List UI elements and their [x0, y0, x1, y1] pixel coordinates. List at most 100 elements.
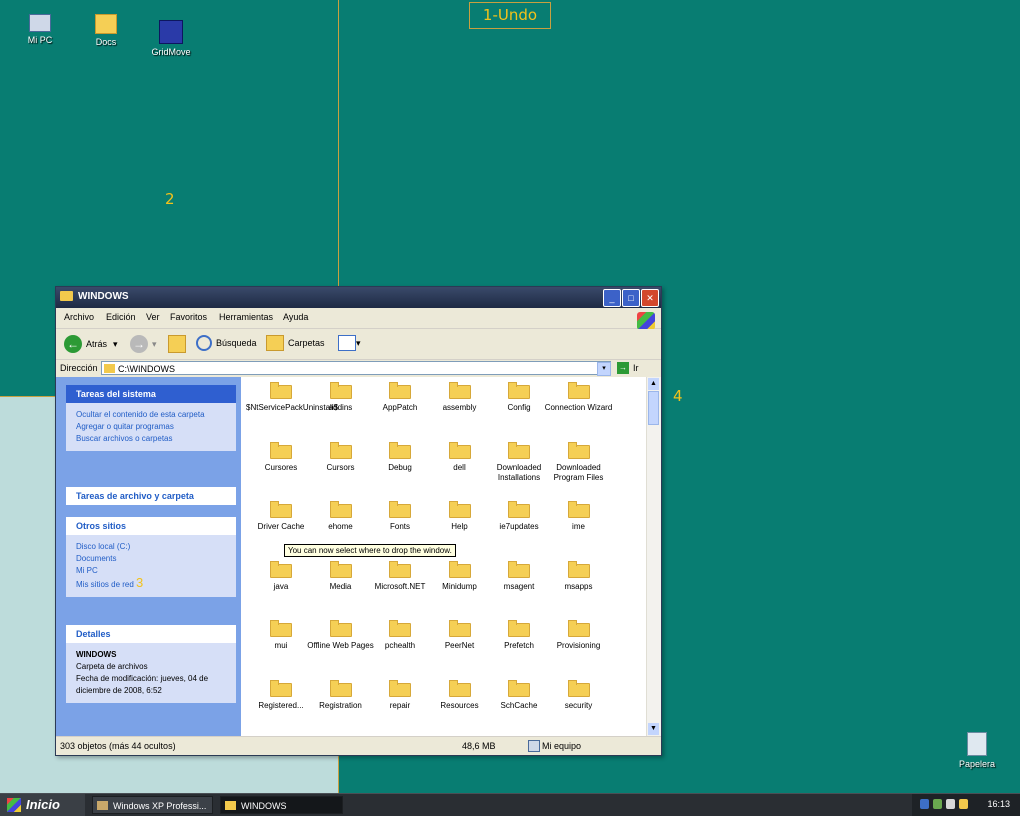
- folder-icon: [329, 500, 352, 518]
- desktop-icon-label: GridMove: [151, 47, 191, 57]
- folders-button[interactable]: Carpetas: [266, 335, 325, 351]
- task-link[interactable]: Ocultar el contenido de esta carpeta: [76, 409, 226, 421]
- clock[interactable]: 16:13: [987, 799, 1010, 809]
- recycle-bin-icon: [967, 732, 987, 756]
- system-tasks-header[interactable]: Tareas del sistema: [66, 385, 236, 403]
- minimize-button[interactable]: _: [603, 289, 621, 307]
- folder-icon: [567, 441, 590, 459]
- desktop-icon-label: Docs: [95, 37, 117, 47]
- file-tasks-panel: Tareas de archivo y carpeta: [66, 487, 236, 505]
- tray-icon-2[interactable]: [933, 799, 942, 809]
- folder-icon: [104, 364, 115, 373]
- folder-item[interactable]: security: [544, 679, 614, 711]
- folder-icon: [270, 441, 292, 459]
- menu-herramientas[interactable]: Herramientas: [219, 312, 273, 322]
- windows-logo-icon: [637, 312, 655, 330]
- gridmove-icon: [159, 20, 183, 44]
- menu-ayuda[interactable]: Ayuda: [283, 312, 308, 322]
- folder-icon: [448, 679, 471, 697]
- folder-icon: [508, 381, 530, 399]
- folder-icon: [567, 560, 590, 578]
- folder-icon: [389, 560, 411, 578]
- folder-icon: [225, 801, 236, 810]
- zone-2-label[interactable]: 2: [165, 190, 175, 208]
- address-dropdown-button[interactable]: ▾: [597, 362, 611, 376]
- desktop-icon-docs[interactable]: Docs: [78, 14, 134, 47]
- maximize-button[interactable]: □: [622, 289, 640, 307]
- folder-item[interactable]: Downloaded Program Files: [544, 441, 614, 483]
- go-arrow-icon[interactable]: →: [617, 362, 629, 374]
- explorer-window[interactable]: WINDOWS _ □ ✕ Archivo Edición Ver Favori…: [55, 286, 662, 756]
- folder-item[interactable]: Provisioning: [544, 619, 614, 651]
- folder-icon: [567, 679, 590, 697]
- details-header[interactable]: Detalles: [66, 625, 236, 643]
- folder-icon: [448, 560, 471, 578]
- status-objects: 303 objetos (más 44 ocultos): [60, 741, 176, 751]
- vertical-scrollbar[interactable]: ▲ ▼: [646, 377, 661, 736]
- details-date: Fecha de modificación: jueves, 04 de dic…: [76, 674, 209, 695]
- up-folder-button[interactable]: [168, 335, 186, 353]
- address-input[interactable]: C:\WINDOWS: [101, 361, 611, 375]
- search-button[interactable]: Búsqueda: [196, 335, 257, 351]
- taskbar-item-windows-xp[interactable]: Windows XP Professi...: [92, 796, 213, 814]
- details-type: Carpeta de archivos: [76, 662, 148, 671]
- task-link[interactable]: Agregar o quitar programas: [76, 421, 226, 433]
- other-places-body: Disco local (C:) Documents Mi PC Mis sit…: [66, 535, 236, 597]
- folder-icon: [389, 381, 411, 399]
- back-arrow-icon: ←: [64, 335, 82, 353]
- forward-arrow-icon: →: [130, 335, 148, 353]
- place-link[interactable]: Mi PC: [76, 565, 226, 577]
- status-size: 48,6 MB: [462, 741, 496, 751]
- folder-icon: [567, 500, 590, 518]
- menu-archivo[interactable]: Archivo: [64, 312, 94, 322]
- folder-item[interactable]: Connection Wizard: [544, 381, 614, 413]
- desktop-icon-recycle-bin[interactable]: Papelera: [949, 732, 1005, 769]
- scroll-up-arrow-icon[interactable]: ▲: [648, 378, 659, 390]
- start-label: Inicio: [26, 797, 60, 812]
- place-link[interactable]: Documents: [76, 553, 226, 565]
- folder-label: Provisioning: [556, 641, 601, 650]
- task-label: Windows XP Professi...: [113, 801, 207, 811]
- close-button[interactable]: ✕: [641, 289, 659, 307]
- folder-item[interactable]: msapps: [544, 560, 614, 592]
- go-label[interactable]: Ir: [633, 363, 639, 373]
- folder-icon: [270, 560, 292, 578]
- menu-ver[interactable]: Ver: [146, 312, 160, 322]
- scrollbar-thumb[interactable]: [648, 391, 659, 425]
- forward-dropdown-icon[interactable]: ▾: [152, 339, 157, 350]
- forward-button[interactable]: → ▾: [130, 335, 157, 353]
- folder-label: Downloaded Program Files: [553, 462, 604, 482]
- folder-icon: [60, 291, 73, 301]
- start-button[interactable]: Inicio: [0, 794, 85, 816]
- menu-favoritos[interactable]: Favoritos: [170, 312, 207, 322]
- back-dropdown-icon[interactable]: ▾: [113, 339, 118, 350]
- tray-icon-4[interactable]: [959, 799, 968, 809]
- zone-4-label[interactable]: 4: [673, 387, 683, 405]
- back-button[interactable]: ← Atrás ▾: [64, 335, 118, 353]
- scroll-down-arrow-icon[interactable]: ▼: [648, 723, 659, 735]
- menu-edicion[interactable]: Edición: [106, 312, 136, 322]
- place-link[interactable]: Mis sitios de red 3: [76, 575, 226, 591]
- folder-icon: [508, 441, 530, 459]
- place-link[interactable]: Disco local (C:): [76, 541, 226, 553]
- window-titlebar[interactable]: WINDOWS _ □ ✕: [56, 287, 661, 308]
- computer-icon: [29, 14, 51, 32]
- folder-label: ime: [572, 522, 585, 531]
- tray-icon-1[interactable]: [920, 799, 929, 809]
- other-places-header[interactable]: Otros sitios: [66, 517, 236, 535]
- folder-item[interactable]: ime: [544, 500, 614, 532]
- folder-icon: [508, 619, 530, 637]
- desktop-icon-mi-pc[interactable]: Mi PC: [12, 14, 68, 45]
- task-link[interactable]: Buscar archivos o carpetas: [76, 433, 226, 445]
- desktop-icon-label: Mi PC: [27, 35, 53, 45]
- views-button[interactable]: ▾: [338, 335, 361, 351]
- folder-icon: [448, 500, 471, 518]
- taskbar-item-windows-folder[interactable]: WINDOWS: [220, 796, 343, 814]
- zone-3-label: 3: [136, 575, 144, 590]
- undo-zone-button[interactable]: 1-Undo: [469, 2, 551, 29]
- desktop-icon-gridmove[interactable]: GridMove: [143, 20, 199, 57]
- folder-label: security: [564, 700, 593, 710]
- file-tasks-header[interactable]: Tareas de archivo y carpeta: [66, 487, 236, 505]
- tray-icon-3[interactable]: [946, 799, 955, 809]
- windows-flag-icon: [7, 798, 21, 812]
